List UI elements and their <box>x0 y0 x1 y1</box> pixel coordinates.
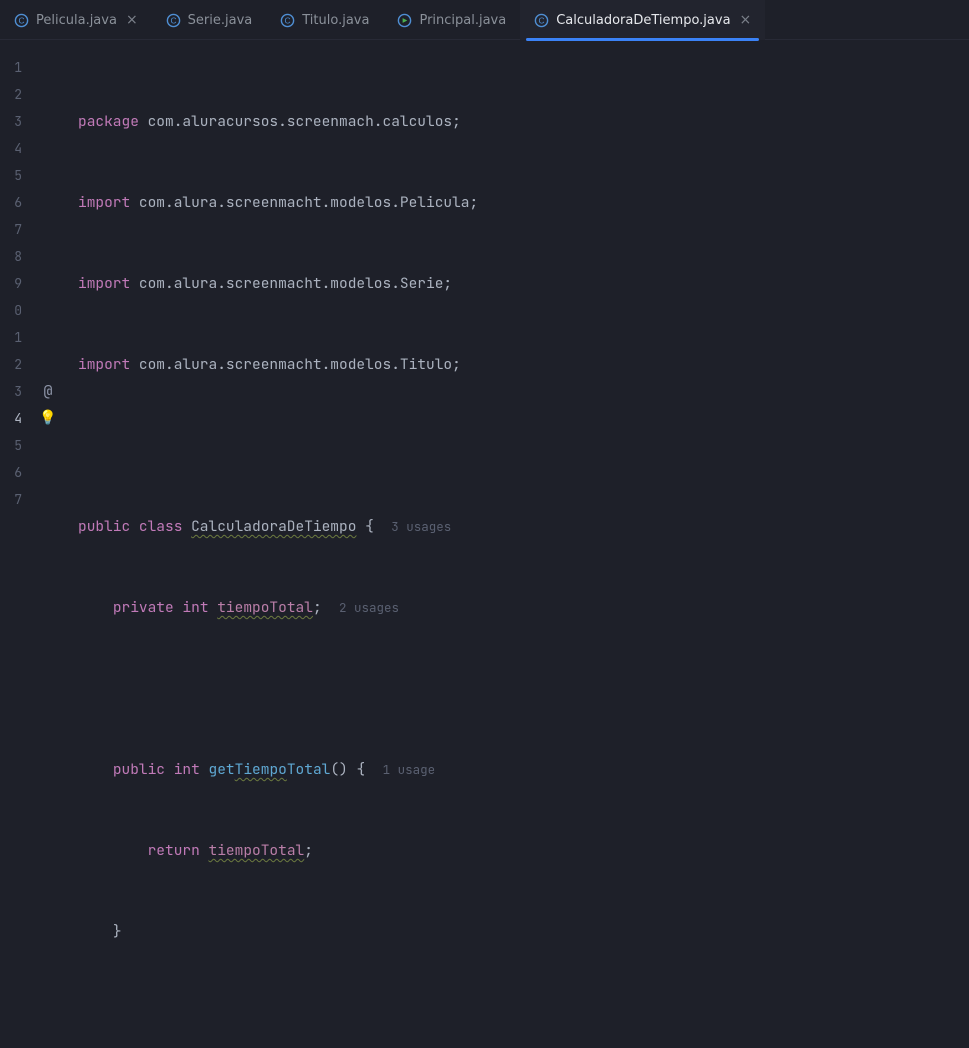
editor-tabs: C Pelicula.java × C Serie.java C Titulo.… <box>0 0 969 40</box>
field-name: tiempoTotal <box>217 598 313 617</box>
class-icon: C <box>534 13 549 28</box>
class-name: CalculadoraDeTiempo <box>191 517 356 536</box>
kw-import: import <box>78 355 130 374</box>
code-area[interactable]: package com.aluracursos.screenmach.calcu… <box>68 40 969 524</box>
kw-package: package <box>78 112 139 131</box>
line-numbers: 1 2 3 4 5 6 7 8 9 0 1 2 3 4 5 6 7 <box>0 40 28 524</box>
tab-serie[interactable]: C Serie.java <box>152 0 267 40</box>
line-number: 5 <box>0 162 28 189</box>
kw-import: import <box>78 274 130 293</box>
line-number: 2 <box>0 351 28 378</box>
close-icon[interactable]: × <box>126 13 138 27</box>
intention-bulb-icon[interactable]: 💡 <box>28 405 68 432</box>
tab-label: Titulo.java <box>302 13 369 28</box>
svg-text:C: C <box>18 15 24 25</box>
run-icon <box>397 13 412 28</box>
tab-label: Pelicula.java <box>36 13 117 28</box>
close-icon[interactable]: × <box>740 13 752 27</box>
inlay-usages[interactable]: 2 usages <box>339 599 399 616</box>
import-path: com.alura.screenmacht.modelos.Pelicula <box>139 193 470 212</box>
class-icon: C <box>280 13 295 28</box>
tab-label: Principal.java <box>419 13 506 28</box>
gutter-icons: @ 💡 <box>28 40 68 524</box>
kw-import: import <box>78 193 130 212</box>
line-number: 4 <box>0 135 28 162</box>
line-number: 7 <box>0 216 28 243</box>
line-number: 9 <box>0 270 28 297</box>
code-editor[interactable]: 1 2 3 4 5 6 7 8 9 0 1 2 3 4 5 6 7 @ 💡 pa… <box>0 40 969 524</box>
override-icon[interactable]: @ <box>28 378 68 405</box>
svg-text:C: C <box>539 15 545 25</box>
tab-pelicula[interactable]: C Pelicula.java × <box>0 0 152 40</box>
line-number: 4 <box>0 405 28 432</box>
inlay-usages[interactable]: 3 usages <box>391 518 451 535</box>
tab-principal[interactable]: Principal.java <box>383 0 520 40</box>
line-number: 1 <box>0 324 28 351</box>
method-name: getTiempoTotal <box>209 760 331 779</box>
tab-label: Serie.java <box>188 13 253 28</box>
line-number: 1 <box>0 54 28 81</box>
import-path: com.alura.screenmacht.modelos.Titulo <box>139 355 452 374</box>
line-number: 0 <box>0 297 28 324</box>
line-number: 6 <box>0 189 28 216</box>
tab-calculadora[interactable]: C CalculadoraDeTiempo.java × <box>520 0 765 40</box>
class-icon: C <box>166 13 181 28</box>
tab-titulo[interactable]: C Titulo.java <box>266 0 383 40</box>
package-name: com.aluracursos.screenmach.calculos <box>148 112 453 131</box>
line-number: 3 <box>0 378 28 405</box>
line-number: 6 <box>0 459 28 486</box>
line-number: 5 <box>0 432 28 459</box>
line-number: 2 <box>0 81 28 108</box>
tab-label: CalculadoraDeTiempo.java <box>556 13 730 28</box>
line-number: 8 <box>0 243 28 270</box>
inlay-usages[interactable]: 1 usage <box>383 761 436 778</box>
class-icon: C <box>14 13 29 28</box>
line-number: 7 <box>0 486 28 513</box>
line-number: 3 <box>0 108 28 135</box>
svg-text:C: C <box>170 15 176 25</box>
import-path: com.alura.screenmacht.modelos.Serie <box>139 274 444 293</box>
svg-text:C: C <box>285 15 291 25</box>
